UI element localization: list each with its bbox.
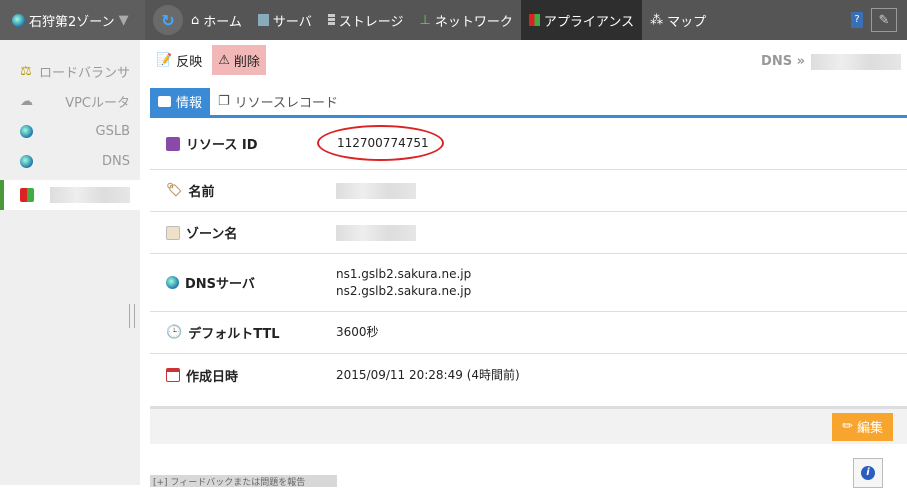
id-icon — [166, 136, 180, 151]
globe-icon — [20, 124, 33, 138]
window-icon: ❐ — [218, 94, 230, 109]
row-dns-servers: DNSサーバ ns1.gslb2.sakura.ne.jp ns2.gslb2.s… — [150, 254, 907, 312]
resize-handle[interactable] — [129, 304, 135, 328]
storage-icon — [327, 14, 335, 26]
chevron-down-icon: ▼ — [118, 12, 129, 28]
globe-icon — [166, 276, 179, 289]
row-name: 🏷 名前 — [150, 170, 907, 212]
main-panel: 📝 反映 ⚠ 削除 DNS » 情報 ❐ リソースレコード リソース ID 11270… — [150, 40, 907, 444]
row-ttl: 🕒 デフォルトTTL 3600秒 — [150, 312, 907, 354]
server-icon — [257, 14, 269, 26]
appliance-icon — [20, 188, 34, 202]
info-icon: i — [861, 466, 875, 480]
nav-storage[interactable]: ストレージ — [320, 0, 412, 40]
pencil-icon: ✏ — [842, 419, 853, 434]
feedback-link[interactable]: [+] フィードバックまたは問題を報告 — [150, 475, 337, 487]
delete-button[interactable]: ⚠ 削除 — [212, 45, 266, 75]
sidebar: ⚖ ロードバランサ ☁ VPCルータ GSLB DNS — [0, 40, 140, 485]
row-created: 作成日時 2015/09/11 20:28:49 (4時間前) — [150, 354, 907, 396]
apply-icon: 📝 — [156, 52, 173, 68]
zone-icon — [166, 225, 180, 240]
info-icon — [158, 96, 171, 107]
sidebar-item-vpc-router[interactable]: ☁ VPCルータ — [0, 86, 140, 116]
nav-map[interactable]: ⁂ マップ — [642, 0, 714, 40]
nav-appliance[interactable]: アプライアンス — [520, 0, 643, 40]
refresh-button[interactable]: ↻ — [153, 5, 183, 35]
map-icon: ⁂ — [650, 12, 664, 28]
globe-icon — [12, 13, 25, 27]
home-icon: ⌂ — [191, 12, 200, 28]
redacted-name — [50, 187, 130, 203]
globe-icon — [20, 154, 33, 168]
zone-selector[interactable]: 石狩第2ゾーン ▼ — [0, 0, 145, 40]
row-resource-id: リソース ID 112700774751 — [150, 118, 907, 170]
tab-resource-records[interactable]: ❐ リソースレコード — [210, 88, 346, 115]
cloud-icon: ☁ — [20, 93, 33, 109]
scale-icon: ⚖ — [20, 63, 32, 79]
network-icon: ⊥ — [419, 12, 431, 28]
highlight-circle — [317, 125, 444, 161]
top-bar: 石狩第2ゾーン ▼ ↻ ⌂ ホーム サーバ ストレージ ⊥ ネットワーク アプライアン… — [0, 0, 907, 40]
calendar-icon — [166, 368, 180, 382]
info-button[interactable]: i — [853, 458, 883, 488]
toolbar: 📝 反映 ⚠ 削除 DNS » — [150, 40, 907, 80]
appliance-icon — [528, 14, 540, 26]
edit-button[interactable]: ✏ 編集 — [832, 412, 893, 441]
sidebar-item-load-balancer[interactable]: ⚖ ロードバランサ — [0, 56, 140, 86]
sidebar-item-dns[interactable]: DNS — [0, 146, 140, 176]
sidebar-item-selected[interactable] — [0, 180, 140, 210]
redacted-value — [336, 182, 416, 199]
tab-info[interactable]: 情報 — [150, 88, 211, 115]
help-button[interactable]: ? — [851, 12, 863, 28]
warning-icon: ⚠ — [218, 52, 230, 68]
nav-home[interactable]: ⌂ ホーム — [183, 0, 250, 40]
redacted-name — [811, 54, 901, 70]
nav-network[interactable]: ⊥ ネットワーク — [412, 0, 521, 40]
feather-button[interactable]: ✎ — [871, 8, 897, 32]
redacted-value — [336, 224, 416, 241]
breadcrumb: DNS » — [761, 54, 901, 70]
footer-bar: ✏ 編集 — [150, 406, 907, 444]
sidebar-item-gslb[interactable]: GSLB — [0, 116, 140, 146]
nav-server[interactable]: サーバ — [250, 0, 320, 40]
breadcrumb-dns[interactable]: DNS » — [761, 54, 805, 70]
row-zone-name: ゾーン名 — [150, 212, 907, 254]
clock-icon: 🕒 — [166, 325, 183, 340]
tab-bar: 情報 ❐ リソースレコード — [150, 80, 907, 118]
apply-button[interactable]: 📝 反映 — [150, 45, 208, 75]
tag-icon: 🏷 — [166, 183, 183, 198]
feather-icon: ✎ — [878, 12, 890, 28]
